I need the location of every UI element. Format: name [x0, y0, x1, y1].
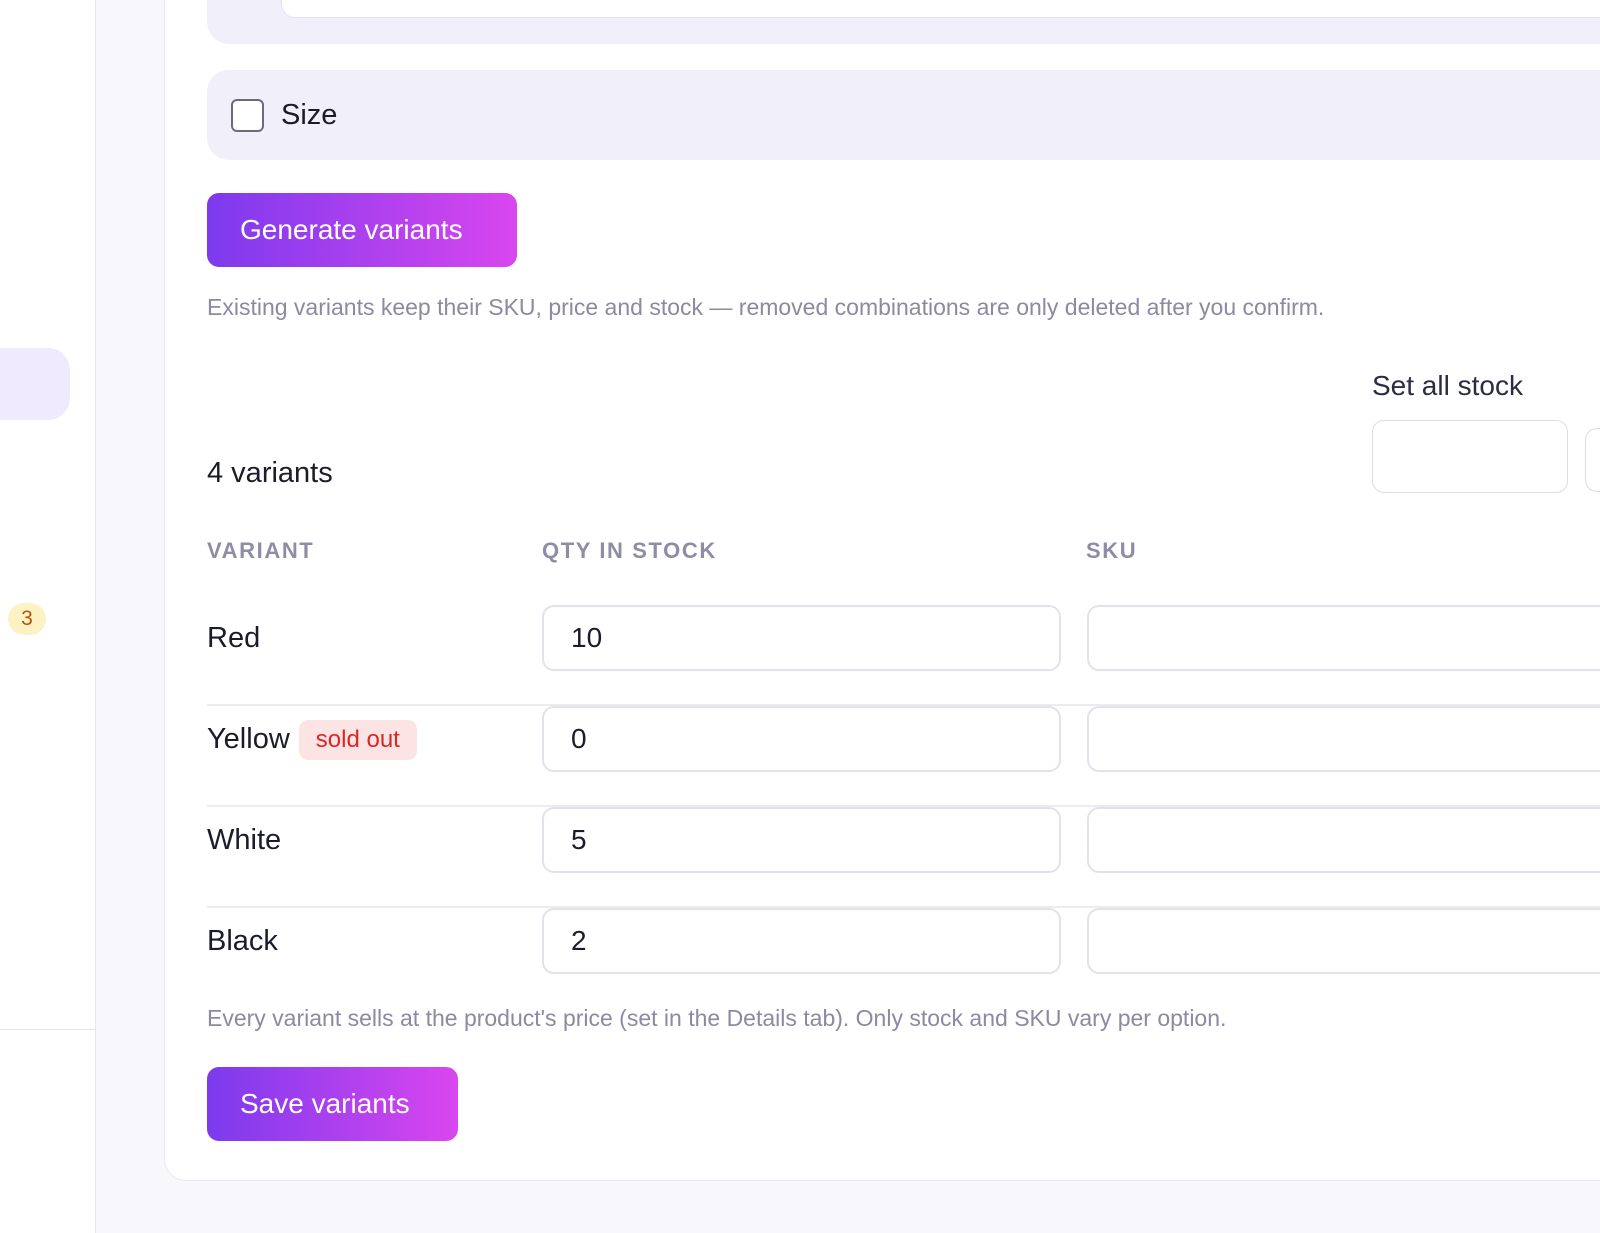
size-option-label: Size [281, 98, 338, 131]
sku-input[interactable] [1087, 605, 1600, 671]
sidebar-divider [0, 1029, 96, 1030]
qty-input[interactable] [542, 706, 1061, 772]
variant-row: Black [207, 908, 1600, 978]
qty-input[interactable] [542, 605, 1061, 671]
qty-input[interactable] [542, 908, 1061, 974]
variant-name: Red [207, 622, 261, 654]
page: 3 Size Generate variants Existing varian… [0, 0, 1600, 1233]
qty-input[interactable] [542, 807, 1061, 873]
variant-name: White [207, 824, 282, 856]
variant-name-cell: Black [207, 891, 278, 992]
save-variants-button[interactable]: Save variants [207, 1067, 458, 1141]
variant-name-cell: Red [207, 588, 260, 689]
price-hint: Every variant sells at the product's pri… [207, 1005, 1227, 1031]
variants-card [164, 0, 1600, 1181]
size-checkbox[interactable] [231, 98, 264, 132]
set-all-stock-input[interactable] [1372, 420, 1568, 493]
generate-hint: Existing variants keep their SKU, price … [207, 294, 1325, 320]
option-block-size: Size [207, 70, 1600, 160]
sku-input[interactable] [1087, 706, 1600, 772]
variant-row: Yellow sold out [207, 706, 1600, 807]
variant-count: 4 variants [207, 457, 333, 489]
variant-name: Black [207, 925, 278, 957]
variant-name: Yellow [207, 723, 290, 755]
option-values-panel [281, 0, 1600, 18]
column-header-sku: SKU [1086, 538, 1138, 563]
sidebar-item-active[interactable] [0, 348, 70, 420]
column-header-variant: VARIANT [207, 538, 315, 563]
variant-name-cell: White [207, 790, 281, 891]
option-block-color [207, 0, 1600, 44]
generate-variants-button[interactable]: Generate variants [207, 193, 517, 267]
sidebar: 3 [0, 0, 96, 1233]
sidebar-count-badge: 3 [8, 603, 46, 635]
sku-input[interactable] [1087, 807, 1600, 873]
variant-row: White [207, 807, 1600, 908]
variant-name-cell: Yellow sold out [207, 689, 417, 790]
column-header-qty: QTY IN STOCK [542, 538, 717, 563]
sku-input[interactable] [1087, 908, 1600, 974]
set-all-stock-label: Set all stock [1372, 370, 1523, 401]
sold-out-badge: sold out [298, 719, 417, 760]
set-all-stock-apply-button[interactable] [1585, 428, 1600, 492]
